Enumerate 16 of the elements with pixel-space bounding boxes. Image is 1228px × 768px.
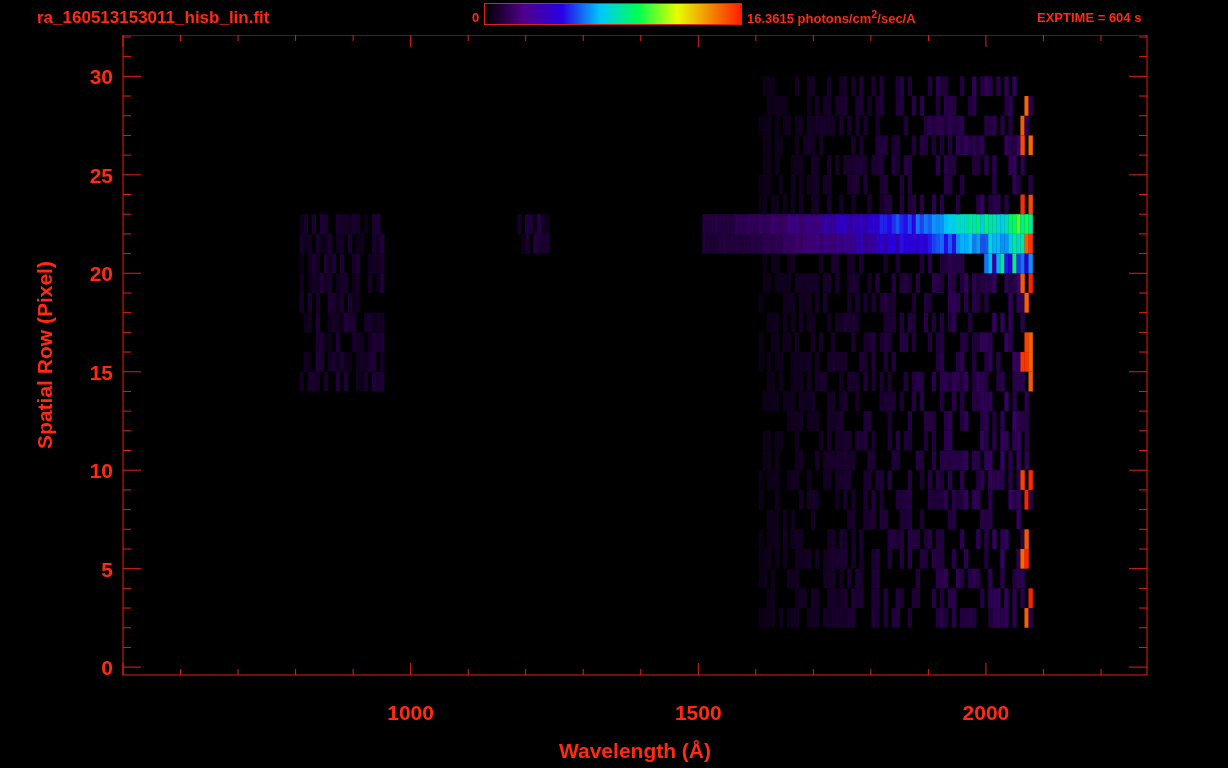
x-tick-label: 1000 bbox=[387, 701, 434, 724]
y-tick-label: 15 bbox=[89, 360, 113, 384]
y-tick-label: 20 bbox=[89, 262, 113, 286]
y-tick-label: 5 bbox=[101, 557, 113, 581]
exposure-time-label: EXPTIME = 604 s bbox=[1037, 10, 1142, 25]
x-tick-label: 1500 bbox=[674, 701, 722, 724]
colorbar-min-label: 0 bbox=[472, 10, 481, 25]
file-name-title: ra_160513153011_hisb_lin.fit bbox=[37, 7, 271, 28]
y-axis-title: Spatial Row (Pixel) bbox=[33, 261, 56, 449]
x-axis-title: Wavelength (Å) bbox=[558, 739, 712, 762]
y-tick-label: 0 bbox=[101, 656, 113, 680]
x-tick-label: 2000 bbox=[962, 701, 1010, 724]
y-tick-label: 25 bbox=[89, 163, 113, 187]
y-tick-label: 30 bbox=[89, 65, 113, 89]
colorbar-max-label: 16.3615 photons/cm$^{2}$/sec/A bbox=[747, 8, 917, 27]
y-tick-label: 10 bbox=[89, 459, 113, 483]
